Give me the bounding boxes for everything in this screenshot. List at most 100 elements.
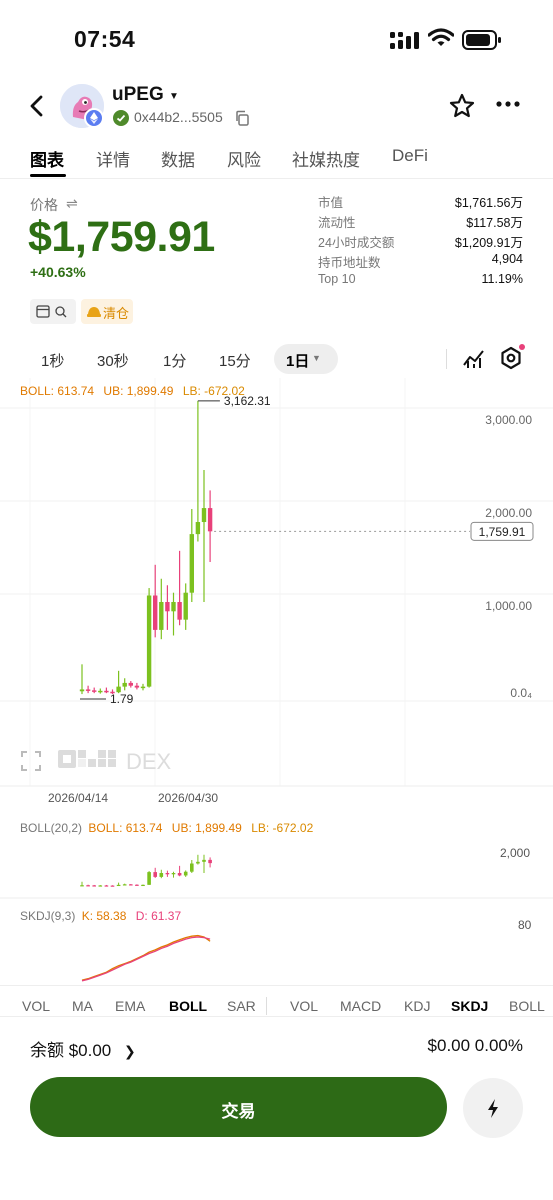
lb-value: LB: -672.02: [182, 384, 245, 398]
broom-icon: [87, 307, 101, 317]
boll-candle-body: [202, 859, 206, 862]
boll-candle-body: [86, 885, 90, 887]
stat-label: 24小时成交额: [318, 236, 395, 250]
token-name[interactable]: uPEG: [112, 84, 164, 106]
candle-body: [104, 690, 109, 693]
tab-chart[interactable]: 图表: [30, 146, 64, 171]
ind-sub-macd[interactable]: MACD: [340, 998, 381, 1014]
stat-liquidity: 流动性 $117.58万: [318, 212, 523, 232]
candle-body: [201, 508, 207, 523]
ind-sub-kdj[interactable]: KDJ: [404, 998, 430, 1014]
timeframe-1m[interactable]: 1分: [163, 350, 186, 371]
tab-details[interactable]: 详情: [96, 146, 130, 171]
ind-main-ma[interactable]: MA: [72, 998, 93, 1014]
boll-candle-body: [141, 884, 145, 887]
boll-value: BOLL: 613.74: [20, 384, 95, 398]
boll-candle-body: [98, 885, 103, 887]
ind-sub-skdj[interactable]: SKDJ: [451, 998, 488, 1014]
candle-body: [128, 682, 133, 686]
stat-value: 4,904: [491, 252, 523, 266]
verified-badge-icon: [113, 110, 129, 126]
timeframe-1d-selector[interactable]: 1日 ▼: [274, 344, 338, 374]
boll-candle-body: [129, 884, 133, 886]
back-arrow-icon[interactable]: [26, 94, 48, 118]
lightning-icon: [488, 1099, 498, 1118]
tab-social-heat[interactable]: 社媒热度: [292, 146, 360, 171]
candle-body: [146, 595, 152, 687]
boll-panel-name: BOLL(20,2): [20, 821, 83, 835]
candle-body: [189, 534, 194, 593]
ind-main-ema[interactable]: EMA: [115, 998, 145, 1014]
balance-row[interactable]: 余额 $0.00 ❯: [30, 1036, 136, 1061]
balance-pnl: $0.00 0.00%: [427, 1036, 523, 1055]
swap-icon[interactable]: ⇌: [66, 195, 78, 212]
boll-panel-axis: 2,000: [500, 846, 531, 860]
candle-body: [207, 508, 213, 532]
stat-value: $1,209.91万: [454, 236, 523, 250]
timeframe-1s[interactable]: 1秒: [41, 350, 64, 371]
candle-body: [183, 592, 188, 620]
skdj-d-line: [81, 936, 211, 982]
y-tick-label: 0.0₄: [510, 686, 532, 700]
copy-icon[interactable]: [234, 110, 250, 126]
x-axis-date: 2026/04/14: [48, 791, 109, 805]
boll-candle-body: [183, 871, 188, 876]
divider: [266, 997, 267, 1015]
candle-body: [159, 602, 164, 630]
boll-candle-body: [196, 861, 200, 864]
indicator-line-icon[interactable]: [462, 347, 486, 369]
clear-position-button[interactable]: 清仓: [81, 299, 133, 324]
trade-button[interactable]: 交易: [30, 1077, 447, 1137]
timeframe-30s[interactable]: 30秒: [97, 350, 129, 371]
stat-value: $117.58万: [466, 216, 523, 230]
token-stats: 市值 $1,761.56万 流动性 $117.58万 24小时成交额 $1,20…: [318, 192, 523, 292]
boll-candle-body: [122, 884, 127, 886]
divider: [446, 349, 447, 369]
candle-body: [122, 682, 127, 687]
fullscreen-icon[interactable]: [20, 750, 42, 772]
ind-main-sar[interactable]: SAR: [227, 998, 256, 1014]
tab-data[interactable]: 数据: [161, 146, 195, 171]
stat-market-cap: 市值 $1,761.56万: [318, 192, 523, 212]
ethereum-chain-icon: [84, 108, 104, 128]
token-address[interactable]: 0x44b2...5505: [134, 109, 223, 125]
dex-watermark: DEX: [126, 749, 172, 772]
tab-defi[interactable]: DeFi: [392, 146, 428, 166]
candle-body: [171, 602, 176, 612]
stat-label: 流动性: [318, 216, 356, 230]
quick-trade-button[interactable]: [463, 1078, 523, 1138]
y-tick-label: 2,000.00: [485, 506, 532, 520]
active-tab-underline: [30, 174, 66, 177]
timeframe-15m[interactable]: 15分: [219, 350, 251, 371]
ind-main-boll[interactable]: BOLL: [169, 998, 207, 1014]
low-price-label: 1.79: [110, 692, 134, 706]
ind-sub-vol[interactable]: VOL: [290, 998, 318, 1014]
notification-dot: [519, 344, 525, 350]
y-tick-label: 3,000.00: [485, 413, 532, 427]
candle-body: [98, 690, 103, 693]
candle-body: [195, 522, 201, 535]
boll-candle-body: [153, 872, 157, 877]
ind-sub-boll[interactable]: BOLL: [509, 998, 545, 1014]
battery-icon: [462, 30, 501, 50]
skdj-k: K: 58.38: [81, 909, 127, 923]
more-options-icon[interactable]: [496, 100, 520, 108]
price-chart[interactable]: 3,000.002,000.001,000.000.0₄3,162.311.79…: [0, 378, 553, 985]
token-dropdown-icon[interactable]: ▼: [169, 91, 179, 102]
main-tabs: 图表 详情 数据 风险 社媒热度 DeFi: [0, 142, 553, 178]
tab-risk[interactable]: 风险: [227, 146, 261, 171]
stat-label: 持币地址数: [318, 256, 381, 270]
stat-top10: Top 10 11.19%: [318, 272, 523, 292]
favorite-star-icon[interactable]: [448, 92, 476, 120]
candle-body: [177, 602, 182, 620]
skdj-k-line: [81, 934, 211, 981]
chart-settings-icon[interactable]: [500, 346, 522, 370]
boll-candle-body: [80, 885, 84, 887]
stat-value: 11.19%: [481, 272, 523, 286]
boll-legend: BOLL: 613.74 UB: 1,899.49 LB: -672.02: [20, 384, 245, 398]
status-time: 07:54: [74, 26, 136, 52]
ind-main-vol[interactable]: VOL: [22, 998, 50, 1014]
card-search-button[interactable]: [30, 299, 76, 324]
current-price: $1,759.91: [28, 213, 215, 261]
okx-dex-logo: DEX: [58, 749, 172, 772]
